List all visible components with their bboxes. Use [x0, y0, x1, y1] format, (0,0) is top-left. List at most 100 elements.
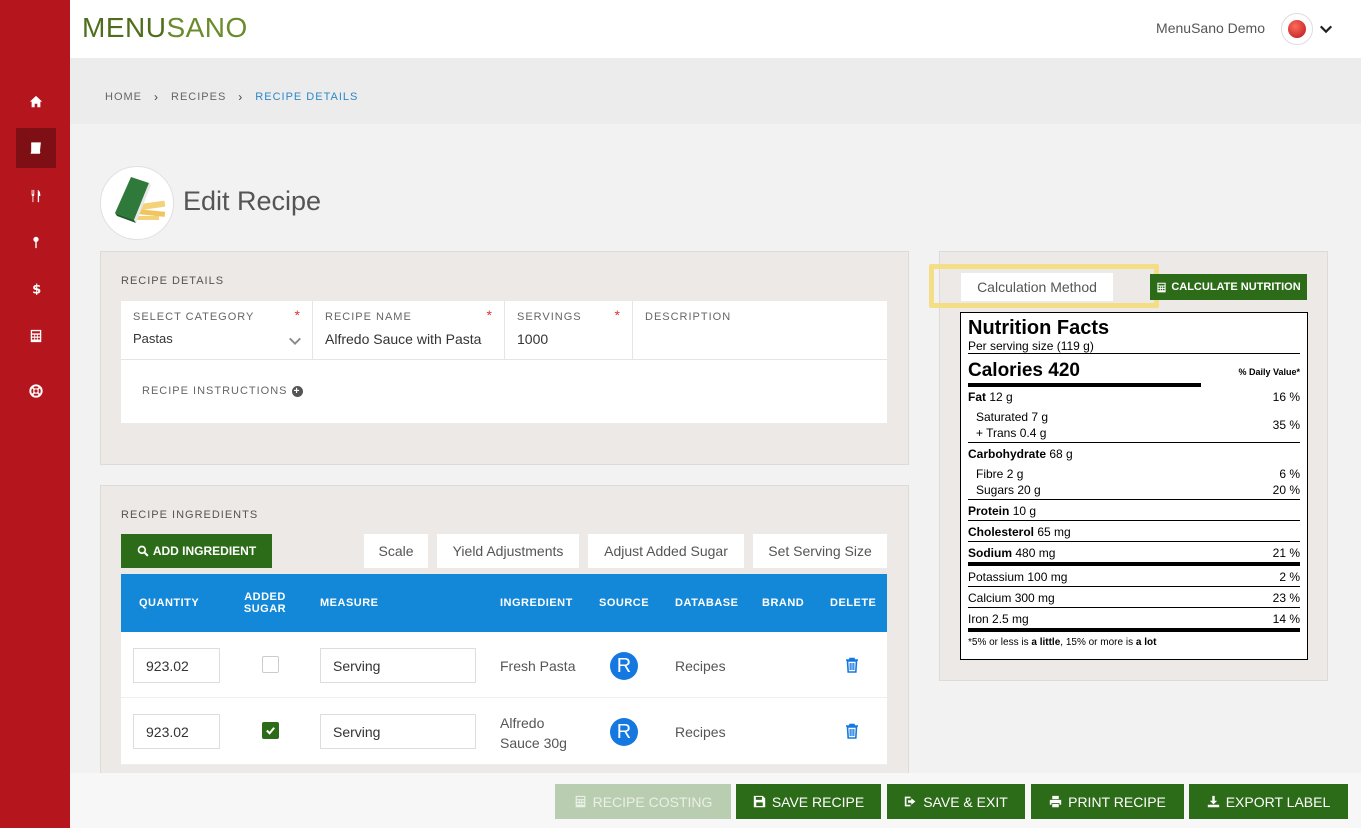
cocktail-icon: [33, 236, 39, 249]
nav-home[interactable]: [16, 82, 56, 122]
print-recipe-label: PRINT RECIPE: [1068, 793, 1166, 810]
breadcrumb-recipes[interactable]: RECIPES: [171, 91, 226, 103]
breadcrumb-home[interactable]: HOME: [105, 91, 142, 103]
recipe-name-field[interactable]: RECIPE NAME * Alfredo Sauce with Pasta: [313, 301, 505, 359]
recipe-book-icon: [100, 166, 174, 240]
calculator-icon: [575, 795, 585, 808]
carb-value: 68 g: [1049, 447, 1073, 461]
fibre-row: Fibre 2 g 6 %: [976, 467, 1300, 481]
fibre-value: 2 g: [1006, 467, 1024, 481]
scale-button[interactable]: Scale: [364, 534, 428, 568]
table-row: 923.02 Serving Alfredo Sauce 30g R Recip…: [121, 699, 887, 765]
fibre-dv: 6 %: [1279, 467, 1300, 481]
print-icon: [1049, 795, 1062, 808]
sat-trans-dv: 35 %: [1272, 418, 1300, 432]
added-sugar-checkbox[interactable]: [262, 656, 279, 673]
ingredient-name-line1: Alfredo: [500, 715, 545, 731]
set-serving-size-button[interactable]: Set Serving Size: [753, 534, 887, 568]
col-delete: DELETE: [830, 597, 877, 609]
footnote-part: a little: [1031, 637, 1061, 648]
trash-icon: [846, 723, 858, 739]
col-added-sugar: ADDED SUGAR: [241, 574, 289, 632]
servings-field[interactable]: SERVINGS * 1000: [505, 301, 633, 359]
nutrition-facts-title: Nutrition Facts: [968, 317, 1110, 339]
sodium-label: Sodium: [968, 546, 1012, 560]
category-value: Pastas: [133, 331, 173, 346]
nf-rule-thick: [968, 628, 1300, 632]
avatar[interactable]: [1281, 13, 1313, 45]
download-icon: [1207, 795, 1219, 808]
daily-value-header: % Daily Value*: [1238, 367, 1300, 377]
dollar-icon: $: [32, 282, 41, 295]
trans-label: + Trans: [976, 426, 1017, 440]
footnote-part: *5% or less is: [968, 637, 1032, 648]
nav-costing[interactable]: $: [16, 268, 56, 308]
user-menu-toggle[interactable]: [1319, 22, 1333, 41]
nav-drinks[interactable]: [16, 222, 56, 262]
calories-label: Calories: [968, 360, 1043, 381]
calcium-dv: 23 %: [1272, 591, 1300, 605]
calculator-icon: [1157, 282, 1166, 292]
calories-value: 420: [1048, 360, 1080, 381]
chevron-down-icon: [1319, 25, 1333, 34]
required-mark: *: [614, 307, 620, 323]
added-sugar-checkbox[interactable]: [262, 722, 279, 739]
measure-input[interactable]: Serving: [320, 714, 476, 749]
svg-text:$: $: [32, 282, 41, 295]
sodium-row: Sodium 480 mg 21 %: [968, 546, 1300, 560]
trans-value: 0.4 g: [1019, 426, 1047, 440]
saturated-label: Saturated: [976, 410, 1029, 424]
category-select[interactable]: SELECT CATEGORY * Pastas: [121, 301, 313, 359]
trans-row: + Trans 0.4 g: [976, 426, 1300, 440]
plus-circle-icon: +: [291, 385, 303, 397]
iron-label: Iron: [968, 612, 989, 626]
saturated-row: Saturated 7 g: [976, 410, 1300, 424]
nf-rule: [968, 607, 1300, 608]
sodium-value: 480 mg: [1015, 546, 1056, 560]
top-header: MENUSANO MenuSano Demo: [70, 0, 1361, 58]
carb-label: Carbohydrate: [968, 447, 1047, 461]
delete-button[interactable]: [845, 657, 859, 678]
print-recipe-button[interactable]: PRINT RECIPE: [1031, 784, 1184, 819]
quantity-input[interactable]: 923.02: [133, 648, 220, 683]
delete-button[interactable]: [845, 723, 859, 744]
save-recipe-button[interactable]: SAVE RECIPE: [736, 784, 881, 819]
nav-menus[interactable]: [16, 176, 56, 216]
servings-value: 1000: [517, 331, 549, 347]
recipe-details-card: SELECT CATEGORY * Pastas RECIPE NAME * A…: [121, 301, 887, 423]
adjust-added-sugar-button[interactable]: Adjust Added Sugar: [588, 534, 744, 568]
description-field[interactable]: DESCRIPTION: [633, 301, 887, 359]
chevron-down-icon: [289, 337, 301, 345]
recipe-costing-button[interactable]: RECIPE COSTING: [555, 784, 731, 819]
potassium-label: Potassium: [968, 570, 1025, 584]
nav-recipes[interactable]: [16, 128, 56, 168]
floppy-disk-icon: [753, 795, 766, 808]
nav-help[interactable]: [16, 371, 56, 411]
protein-value: 10 g: [1012, 504, 1037, 518]
user-name[interactable]: MenuSano Demo: [1156, 20, 1265, 36]
add-ingredient-button[interactable]: ADD INGREDIENT: [121, 534, 272, 568]
logo-suffix: SANO: [166, 12, 248, 43]
nav-calculator[interactable]: [16, 316, 56, 356]
save-exit-button[interactable]: SAVE & EXIT: [887, 784, 1025, 819]
calculate-nutrition-button[interactable]: CALCULATE NUTRITION: [1150, 274, 1307, 300]
nf-rule: [968, 353, 1300, 354]
recipe-instructions-toggle[interactable]: RECIPE INSTRUCTIONS +: [142, 385, 303, 397]
recipe-details-label: RECIPE DETAILS: [121, 275, 225, 287]
breadcrumb-bar: HOME › RECIPES › RECIPE DETAILS: [70, 58, 1361, 124]
fat-label: Fat: [968, 390, 986, 404]
yield-adjustments-button[interactable]: Yield Adjustments: [437, 534, 579, 568]
calculator-icon: [30, 329, 42, 343]
fat-value: 12 g: [989, 390, 1013, 404]
app-logo[interactable]: MENUSANO: [82, 12, 248, 44]
quantity-input[interactable]: 923.02: [133, 714, 220, 749]
sidebar: $: [0, 0, 70, 828]
export-label-button[interactable]: EXPORT LABEL: [1189, 784, 1348, 819]
carbohydrate-row: Carbohydrate 68 g: [968, 447, 1300, 461]
ingredient-name: Fresh Pasta: [500, 658, 576, 674]
cholesterol-value: 65 mg: [1037, 525, 1071, 539]
iron-value: 2.5 mg: [992, 612, 1029, 626]
sugars-label: Sugars: [976, 483, 1015, 497]
breadcrumb: HOME › RECIPES › RECIPE DETAILS: [105, 90, 358, 104]
measure-input[interactable]: Serving: [320, 648, 476, 683]
